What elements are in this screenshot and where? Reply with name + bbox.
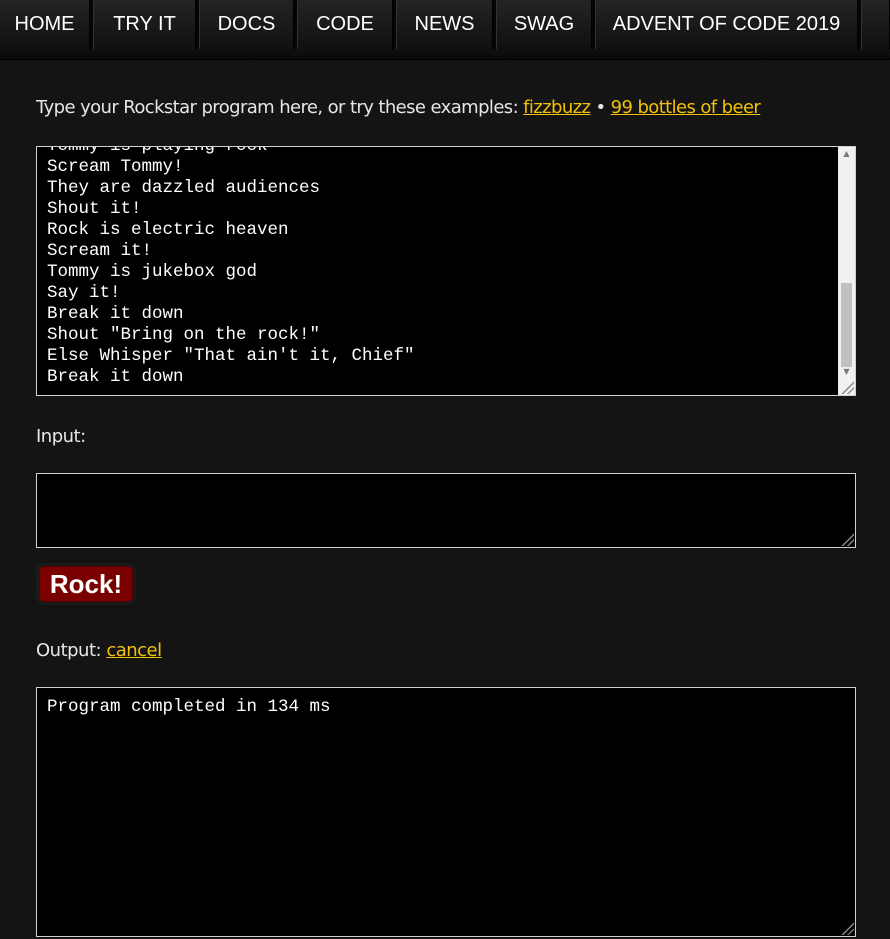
scroll-thumb[interactable] <box>841 283 852 367</box>
nav-advent-of-code-label: ADVENT OF CODE 2019 <box>612 13 841 35</box>
nav-docs-label: DOCS <box>217 13 276 35</box>
nav-swag-label: SWAG <box>513 13 575 35</box>
resize-grip-icon[interactable] <box>840 532 854 546</box>
output-label: Output: <box>36 640 107 661</box>
rock-run-button[interactable]: Rock! <box>36 563 136 605</box>
code-line: Tommy is playing rock <box>47 146 268 156</box>
nav-news[interactable]: NEWS <box>396 0 493 49</box>
program-output[interactable]: Program completed in 134 ms <box>36 687 856 937</box>
code-line: Scream it! <box>47 241 153 261</box>
nav-advent-of-code[interactable]: ADVENT OF CODE 2019 <box>595 0 858 49</box>
example-99-bottles-link[interactable]: 99 bottles of beer <box>611 97 761 118</box>
code-line: Else Whisper "That ain't it, Chief" <box>47 346 415 366</box>
nav-code[interactable]: CODE <box>297 0 393 49</box>
nav-news-label: NEWS <box>414 13 475 35</box>
nav-home[interactable]: HOME <box>0 0 90 49</box>
input-label: Input: <box>36 426 86 447</box>
scroll-down-arrow-icon[interactable]: ▼ <box>838 365 855 379</box>
code-line: Break it down <box>47 304 184 324</box>
resize-grip-icon[interactable] <box>840 380 854 394</box>
nav-code-label: CODE <box>316 13 374 35</box>
output-label-row: Output: cancel <box>36 640 162 661</box>
nav-home-label: HOME <box>14 13 75 35</box>
program-code: Tommy is playing rock Scream Tommy! They a… <box>47 146 415 388</box>
nav-overflow-item[interactable] <box>861 0 890 49</box>
code-line: Shout it! <box>47 199 142 219</box>
output-text: Program completed in 134 ms <box>47 697 331 717</box>
code-line: Scream Tommy! <box>47 157 184 177</box>
top-nav: HOME TRY IT DOCS CODE NEWS SWAG ADVENT O… <box>0 0 890 60</box>
example-separator: • <box>595 97 606 118</box>
code-line: Say it! <box>47 283 121 303</box>
nav-try-it[interactable]: TRY IT <box>93 0 196 49</box>
resize-grip-icon[interactable] <box>840 921 854 935</box>
program-input-field[interactable] <box>36 473 856 548</box>
nav-try-it-label: TRY IT <box>113 13 176 35</box>
code-line: Rock is electric heaven <box>47 220 289 240</box>
example-fizzbuzz-link[interactable]: fizzbuzz <box>523 97 591 118</box>
cancel-link[interactable]: cancel <box>106 640 162 661</box>
program-editor[interactable]: Tommy is playing rock Scream Tommy! They a… <box>36 146 856 396</box>
code-line: Break it down <box>47 367 184 387</box>
intro-text: Type your Rockstar program here, or try … <box>36 97 856 118</box>
rock-button-label: Rock! <box>49 568 123 599</box>
scroll-up-arrow-icon[interactable]: ▲ <box>838 147 855 161</box>
code-line: They are dazzled audiences <box>47 178 321 198</box>
code-line: Tommy is jukebox god <box>47 262 258 282</box>
nav-docs[interactable]: DOCS <box>199 0 294 49</box>
nav-swag[interactable]: SWAG <box>496 0 592 49</box>
code-line: Shout "Bring on the rock!" <box>47 325 321 345</box>
intro-prompt: Type your Rockstar program here, or try … <box>36 97 524 118</box>
editor-scrollbar[interactable]: ▲ ▼ <box>838 147 855 395</box>
